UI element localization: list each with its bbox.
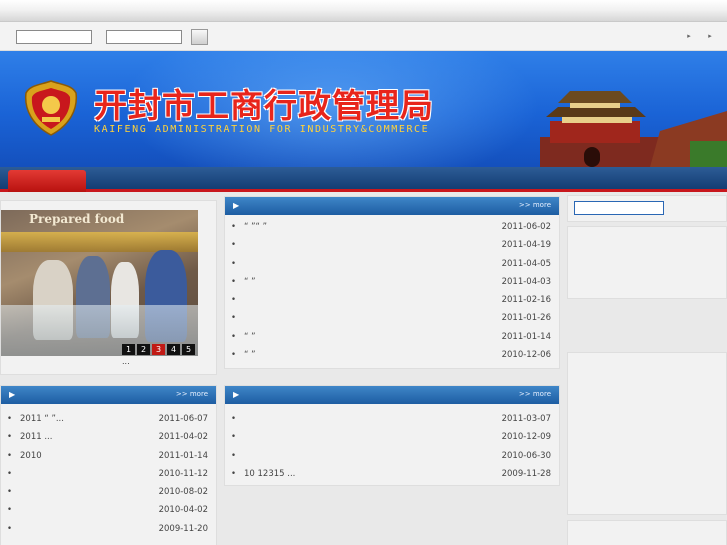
list-item[interactable]: • 2011-04-05 <box>225 255 559 273</box>
arrow-right-icon[interactable]: ▸ <box>684 32 694 40</box>
triangle-icon: ▶ <box>233 390 240 399</box>
list-item[interactable]: • 2010-04-02 <box>1 501 216 519</box>
right-panel-1 <box>567 226 727 299</box>
list-item[interactable]: • 2011-01-26 <box>225 309 559 327</box>
search-input[interactable] <box>574 201 664 215</box>
news-box-mid: ▶ >> more • 2011-03-07 • 2010-12-09 • 2010-… <box>224 385 560 486</box>
news-list-left: • 2011 “ ”... 2011-06-07 • 2011 ... 2011-04… <box>1 404 216 538</box>
list-item[interactable]: • “ ” 2011-04-03 <box>225 273 559 291</box>
photo-caption[interactable]: ... <box>122 357 130 366</box>
site-subtitle: KAIFENG ADMINISTRATION FOR INDUSTRY&COMM… <box>94 124 430 135</box>
news-box-mid-header: ▶ >> more <box>225 386 559 404</box>
list-item[interactable]: • 2011-04-19 <box>225 236 559 254</box>
news-box-center: ▶ >> more • “ ”“ ” 2011-06-02 • 2011-04-19 … <box>224 196 560 369</box>
pager-1[interactable]: 1 <box>122 344 135 355</box>
list-item[interactable]: • 2010 2011-01-14 <box>1 447 216 465</box>
pager-4[interactable]: 4 <box>167 344 180 355</box>
news-list-mid: • 2011-03-07 • 2010-12-09 • 2010-06-30 • 10… <box>225 404 559 483</box>
triangle-icon: ▶ <box>9 390 16 399</box>
news-box-left: ▶ >> more • 2011 “ ”... 2011-06-07 • 2011 … <box>0 385 217 545</box>
triangle-icon: ▶ <box>233 201 240 210</box>
more-link[interactable]: >> more <box>519 201 551 209</box>
list-item[interactable]: • 2011-02-16 <box>225 291 559 309</box>
pager-5[interactable]: 5 <box>182 344 195 355</box>
right-panel-3 <box>567 520 727 545</box>
password-input[interactable] <box>106 30 182 44</box>
list-item[interactable]: • “ ” 2010-12-06 <box>225 346 559 364</box>
pager-2[interactable]: 2 <box>137 344 150 355</box>
list-item[interactable]: • “ ” 2011-01-14 <box>225 328 559 346</box>
username-input[interactable] <box>16 30 92 44</box>
news-box-left-header: ▶ >> more <box>1 386 216 404</box>
more-link[interactable]: >> more <box>519 390 551 398</box>
login-button[interactable] <box>191 29 208 45</box>
list-item[interactable]: • 2009-11-20 <box>1 520 216 538</box>
more-link[interactable]: >> more <box>176 390 208 398</box>
list-item[interactable]: • 2011-03-07 <box>225 410 559 428</box>
nav-item-home[interactable] <box>8 170 86 192</box>
news-list-center: • “ ”“ ” 2011-06-02 • 2011-04-19 • 2011-04-0… <box>225 215 559 364</box>
arrow-right-icon-2[interactable]: ▸ <box>705 32 715 40</box>
list-item[interactable]: • 2010-06-30 <box>225 447 559 465</box>
site-title: 开封市工商行政管理局 <box>94 86 434 125</box>
city-gate-image <box>540 91 727 167</box>
list-item[interactable]: • 10 12315 ... 2009-11-28 <box>225 465 559 483</box>
toolbar: ▸ ▸ <box>0 22 727 51</box>
news-box-center-header: ▶ >> more <box>225 197 559 215</box>
main-nav <box>0 167 727 192</box>
list-item[interactable]: • 2010-11-12 <box>1 465 216 483</box>
top-strip <box>0 0 727 22</box>
list-item[interactable]: • 2010-12-09 <box>225 428 559 446</box>
news-photo[interactable]: Prepared food 1 2 3 4 5 <box>1 210 198 356</box>
list-item[interactable]: • 2011 “ ”... 2011-06-07 <box>1 410 216 428</box>
emblem-icon <box>24 80 78 136</box>
list-item[interactable]: • 2011 ... 2011-04-02 <box>1 428 216 446</box>
list-item[interactable]: • “ ”“ ” 2011-06-02 <box>225 218 559 236</box>
list-item[interactable]: • 2010-08-02 <box>1 483 216 501</box>
photo-sign-text: Prepared food <box>29 212 125 226</box>
pager-3[interactable]: 3 <box>152 344 165 355</box>
photo-pager: 1 2 3 4 5 <box>122 344 195 355</box>
right-panel-2 <box>567 352 727 515</box>
header-banner: 开封市工商行政管理局 KAIFENG ADMINISTRATION FOR IN… <box>0 51 727 167</box>
